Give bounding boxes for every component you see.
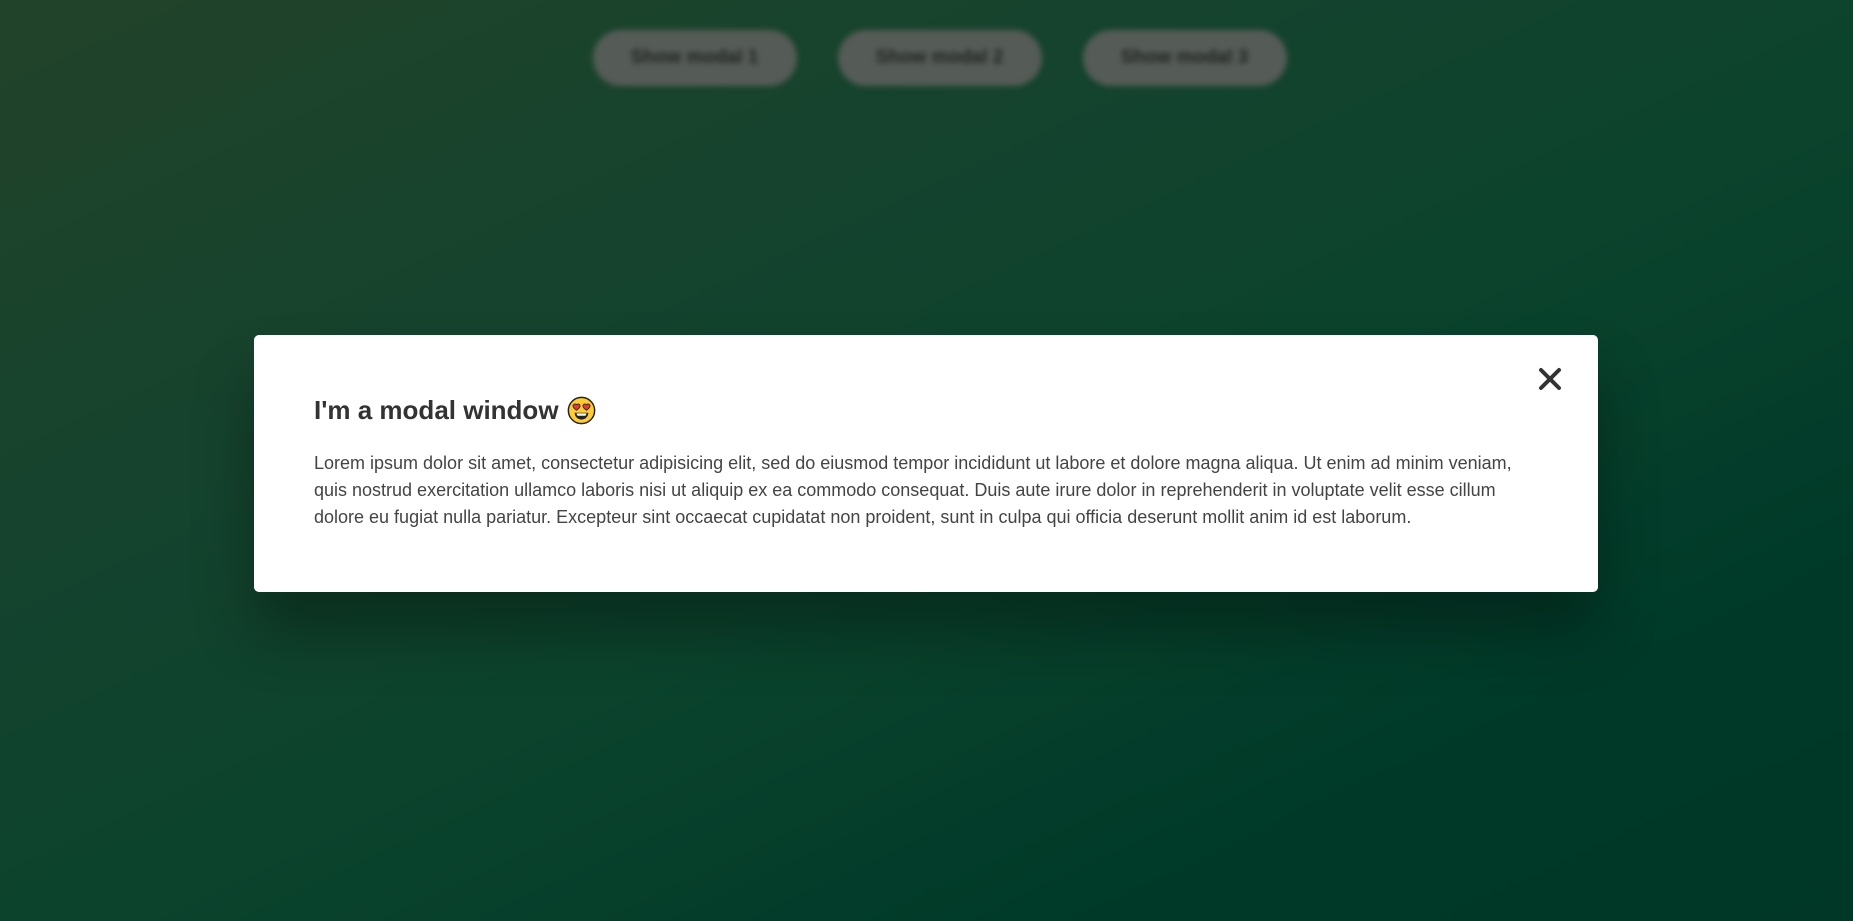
modal-title: I'm a modal window (314, 395, 1538, 426)
modal-close-button[interactable] (1530, 359, 1570, 399)
modal-window: I'm a modal window Lorem ipsum dolor sit… (254, 335, 1598, 592)
close-icon (1539, 368, 1561, 390)
modal-body-text: Lorem ipsum dolor sit amet, consectetur … (314, 453, 1512, 527)
modal-title-text: I'm a modal window (314, 395, 559, 425)
smiling-face-with-heart-eyes-icon (567, 396, 595, 425)
